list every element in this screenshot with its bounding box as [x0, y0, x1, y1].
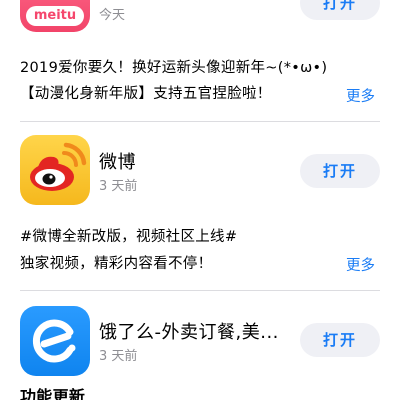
- app-description-line1: 2019爱你要久！换好运新头像迎新年~(*•ω•): [20, 60, 328, 76]
- weibo-logo: [30, 142, 87, 191]
- app-description-line2: 独家视频，精彩内容看不停！: [20, 256, 213, 272]
- meitu-icon-text: meitu: [33, 8, 77, 23]
- eleme-icon[interactable]: [20, 306, 90, 376]
- open-button[interactable]: 打开: [300, 323, 380, 357]
- more-link[interactable]: 更多: [346, 85, 375, 106]
- open-button[interactable]: 打开: [300, 154, 380, 188]
- eleme-logo: [32, 319, 76, 363]
- meitu-icon[interactable]: meitu: [20, 0, 90, 32]
- weibo-icon[interactable]: [20, 135, 90, 205]
- app-date: 3 天前: [99, 179, 138, 194]
- app-name: 饿了么-外卖订餐,美...: [99, 322, 279, 343]
- more-link[interactable]: 更多: [346, 254, 375, 275]
- app-date: 今天: [99, 8, 126, 23]
- app-description-partial: 功能更新: [20, 387, 86, 400]
- app-description-line2: 【动漫化身新年版】支持五官捏脸啦！: [20, 86, 272, 102]
- divider: [20, 290, 380, 291]
- app-name: 微博: [99, 152, 136, 173]
- divider: [20, 121, 380, 122]
- app-description-line1: #微博全新改版，视频社区上线#: [20, 229, 238, 245]
- app-date: 3 天前: [99, 349, 138, 364]
- open-button[interactable]: 打开: [300, 0, 380, 20]
